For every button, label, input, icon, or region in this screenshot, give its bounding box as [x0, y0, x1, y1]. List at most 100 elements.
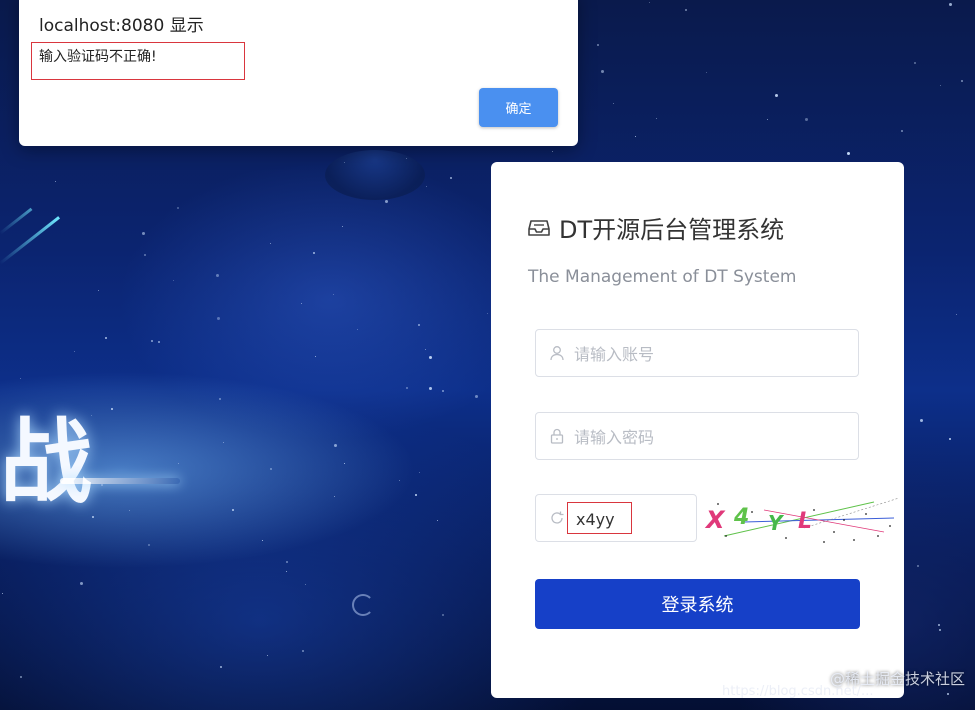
star — [177, 207, 179, 209]
username-input[interactable] — [572, 330, 846, 378]
star — [425, 349, 426, 350]
star — [305, 584, 306, 585]
star — [487, 313, 488, 314]
star — [98, 290, 99, 291]
star — [92, 516, 94, 518]
star — [334, 444, 337, 447]
star — [144, 254, 146, 256]
star — [270, 243, 271, 244]
captcha-char: L — [798, 509, 812, 534]
star — [914, 62, 916, 64]
inbox-icon — [528, 219, 550, 236]
star — [20, 676, 22, 678]
glow-line — [60, 478, 180, 484]
star — [685, 9, 687, 11]
star — [80, 582, 83, 585]
star — [597, 44, 599, 46]
captcha-input[interactable] — [574, 495, 678, 543]
star — [706, 72, 707, 73]
star — [656, 118, 657, 119]
star — [406, 158, 407, 159]
star — [216, 274, 219, 277]
star — [949, 3, 952, 6]
star — [442, 614, 444, 616]
captcha-field[interactable] — [535, 494, 697, 543]
planet-decoration — [325, 150, 425, 200]
star — [151, 340, 153, 342]
captcha-char: 4 — [733, 505, 749, 530]
star — [178, 463, 179, 464]
star — [2, 593, 3, 594]
star — [217, 317, 220, 320]
captcha-char: X — [704, 506, 726, 534]
alert-title: localhost:8080 显示 — [39, 16, 204, 36]
light-streak — [0, 207, 33, 235]
star — [450, 177, 452, 179]
captcha-char: Y — [768, 511, 785, 535]
star — [429, 356, 432, 359]
star — [938, 624, 940, 626]
star — [399, 480, 400, 481]
star — [917, 565, 919, 567]
star — [91, 415, 92, 416]
star — [101, 484, 103, 486]
star — [775, 94, 778, 97]
star — [357, 329, 358, 330]
lock-icon — [550, 428, 564, 444]
alert-ok-button[interactable]: 确定 — [479, 88, 558, 127]
star — [55, 181, 56, 182]
password-input[interactable] — [572, 413, 846, 461]
star — [406, 387, 408, 389]
star — [475, 395, 478, 398]
star — [426, 186, 427, 187]
star — [939, 629, 941, 631]
star — [613, 103, 614, 104]
star — [415, 494, 417, 496]
star — [847, 152, 850, 155]
star — [313, 252, 315, 254]
star — [270, 468, 272, 470]
star — [649, 2, 650, 3]
user-icon — [550, 346, 564, 361]
star — [437, 520, 438, 521]
star — [601, 70, 604, 73]
star — [901, 130, 903, 132]
login-card: DT开源后台管理系统 The Management of DT System X… — [491, 162, 904, 698]
password-field[interactable] — [535, 412, 859, 461]
star — [940, 85, 941, 86]
slogan-glyph: 战 — [0, 408, 92, 516]
star — [419, 472, 420, 473]
login-title: DT开源后台管理系统 — [528, 210, 784, 245]
star — [286, 571, 287, 572]
star — [262, 540, 263, 541]
login-title-text: DT开源后台管理系统 — [559, 216, 785, 244]
login-submit-button[interactable]: 登录系统 — [535, 579, 860, 629]
star — [767, 119, 768, 120]
star — [333, 294, 334, 295]
star — [961, 80, 963, 82]
star — [920, 419, 923, 422]
star — [418, 324, 420, 326]
star — [142, 232, 145, 235]
star — [635, 136, 636, 137]
star — [158, 341, 160, 343]
star — [429, 387, 432, 390]
star — [342, 226, 343, 227]
ring-decoration — [352, 594, 374, 616]
star — [223, 442, 224, 443]
star — [334, 496, 335, 497]
star — [344, 162, 345, 163]
star — [129, 510, 130, 511]
alert-message: 输入验证码不正确! — [39, 49, 157, 65]
star — [552, 151, 553, 152]
refresh-icon — [551, 511, 564, 524]
captcha-image[interactable]: X 4 Y L — [704, 492, 904, 546]
star — [947, 693, 949, 695]
star — [111, 408, 113, 410]
username-field[interactable] — [535, 329, 859, 378]
star — [173, 280, 174, 281]
star — [105, 337, 107, 339]
star — [385, 200, 388, 203]
star — [956, 314, 957, 315]
star — [302, 650, 304, 652]
